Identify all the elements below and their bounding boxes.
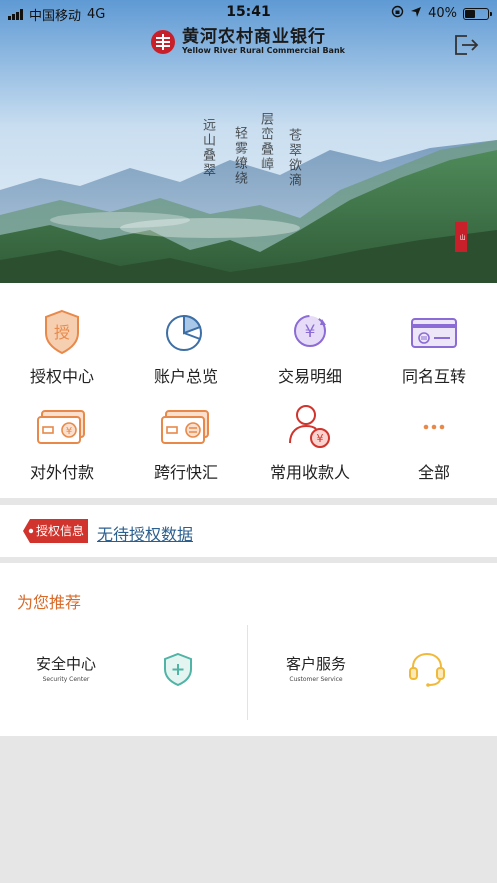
menu-label: 授权中心 <box>29 367 94 386</box>
menu-label: 交易明细 <box>277 367 342 386</box>
auth-status-link[interactable]: 无待授权数据 <box>97 521 193 545</box>
menu-item-interbank-remit[interactable]: 跨行快汇 <box>124 389 248 484</box>
card-yuan-icon: ¥ <box>32 401 92 453</box>
svg-text:¥: ¥ <box>317 432 324 445</box>
card-title-en: Customer Service <box>289 676 343 683</box>
battery-percent: 40% <box>428 6 457 21</box>
battery-icon <box>463 7 492 20</box>
card-title-en: Security Center <box>42 676 90 683</box>
auth-tag-label: 授权信息 <box>36 524 85 538</box>
menu-label: 同名互转 <box>401 367 466 386</box>
card-exchange-icon <box>156 401 216 453</box>
rotation-lock-icon <box>391 5 404 22</box>
payee-icon: ¥ <box>280 401 340 453</box>
customer-service-card[interactable]: 客户服务 Customer Service <box>286 653 346 683</box>
logout-button[interactable] <box>453 34 479 60</box>
recommend-title: 为您推荐 <box>17 593 82 612</box>
menu-item-transactions[interactable]: ¥ 交易明细 <box>248 293 372 388</box>
seal-stamp: 山 <box>455 222 467 252</box>
yuan-refresh-icon: ¥ <box>280 305 340 357</box>
menu-item-account-overview[interactable]: 账户总览 <box>124 293 248 388</box>
menu-label: 账户总览 <box>153 367 218 386</box>
calligraphy-line: 轻雾缭绕 <box>232 126 247 186</box>
menu-label: 全部 <box>417 463 450 482</box>
shield-icon <box>160 651 196 691</box>
menu-item-all[interactable]: 全部 <box>372 389 496 484</box>
more-icon <box>404 401 464 453</box>
menu-label: 跨行快汇 <box>153 463 218 482</box>
menu-item-same-name-transfer[interactable]: 同名互转 <box>372 293 496 388</box>
svg-text:¥: ¥ <box>66 426 72 437</box>
calligraphy-line: 苍翠欲滴 <box>286 128 301 188</box>
card-title-cn: 安全中心 <box>36 655 97 673</box>
headset-icon <box>407 651 447 691</box>
card-transfer-icon <box>404 305 464 357</box>
pie-chart-icon <box>156 305 216 357</box>
bank-name-en: Yellow River Rural Commercial Bank <box>182 46 345 55</box>
logout-icon <box>455 35 479 55</box>
calligraphy-line: 远山叠翠 <box>200 118 215 178</box>
bank-logo: 黄河农村商业银行 Yellow River Rural Commercial B… <box>150 28 345 56</box>
location-icon <box>410 6 422 22</box>
svg-text:¥: ¥ <box>305 322 316 342</box>
menu-label: 对外付款 <box>29 463 94 482</box>
security-center-card[interactable]: 安全中心 Security Center <box>36 653 96 683</box>
bank-name-cn: 黄河农村商业银行 <box>182 27 326 47</box>
hero-banner: 中国移动 4G 15:41 40% 黄河农村商业银行 Yellow River … <box>0 0 497 283</box>
menu-label: 常用收款人 <box>269 463 350 482</box>
svg-text:授: 授 <box>54 323 70 342</box>
menu-item-authorize[interactable]: 授 授权中心 <box>0 293 124 388</box>
status-bar: 中国移动 4G 15:41 40% <box>0 0 497 26</box>
card-title-cn: 客户服务 <box>286 655 347 673</box>
recommend-section: 为您推荐 安全中心 Security Center 客户服务 Customer … <box>0 563 497 736</box>
calligraphy-line: 层峦叠嶂 <box>258 112 273 172</box>
menu-item-frequent-payees[interactable]: ¥ 常用收款人 <box>248 389 372 484</box>
bank-emblem-icon <box>151 30 175 54</box>
divider <box>247 625 248 720</box>
function-grid: 授 授权中心 账户总览 ¥ 交易明细 同名互转 ¥ 对外付款 跨行快汇 ¥ 常用… <box>0 283 497 498</box>
auth-info-bar[interactable]: 授权信息 无待授权数据 <box>0 505 497 557</box>
menu-item-external-payment[interactable]: ¥ 对外付款 <box>0 389 124 484</box>
authorize-icon: 授 <box>32 305 92 357</box>
